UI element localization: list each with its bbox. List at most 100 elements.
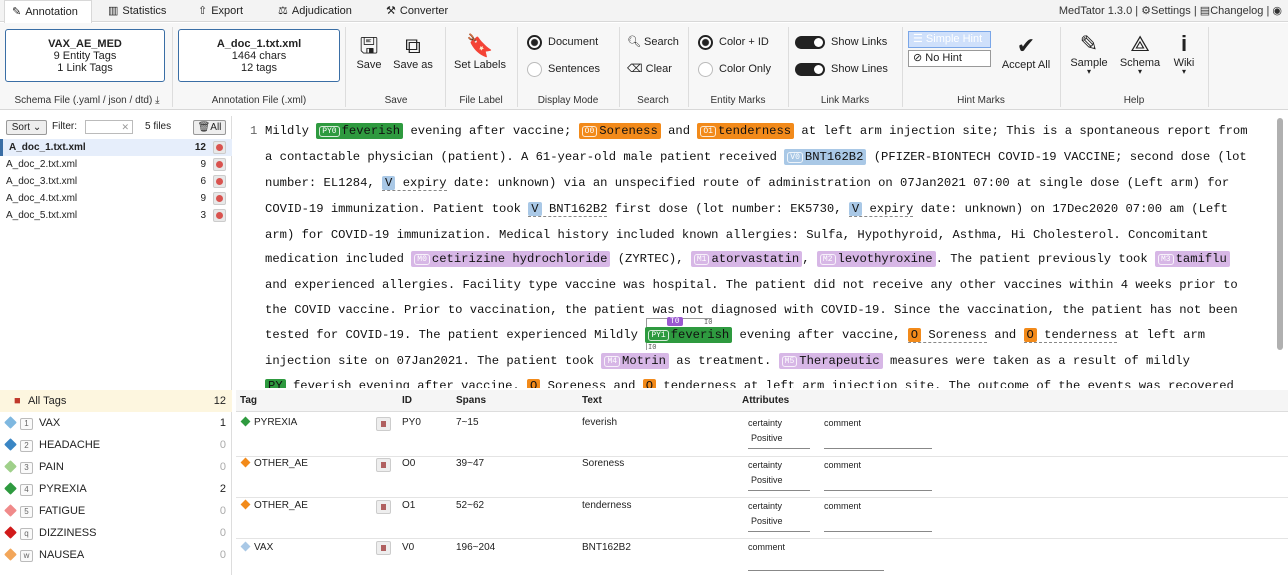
simple-hint-option[interactable]: ☰ Simple Hint bbox=[908, 31, 991, 48]
file-item[interactable]: A_doc_2.txt.xml 9 bbox=[0, 156, 232, 173]
tag-item[interactable]: 4 PYREXIA 2 bbox=[0, 478, 232, 500]
attr-comment-label: comment bbox=[748, 542, 786, 552]
version-label: MedTator 1.3.0 bbox=[1058, 5, 1133, 17]
tag-mark[interactable]: PY1 feverish bbox=[645, 327, 733, 343]
document-editor[interactable]: 1 Mildly PY0 feverish evening after vacci… bbox=[236, 116, 1288, 388]
tag-mark[interactable]: PY0 feverish bbox=[316, 123, 404, 139]
hint-mark[interactable]: V expiry bbox=[848, 202, 914, 217]
tag-icon bbox=[4, 548, 17, 561]
save-as-button[interactable]: ⧉ Save as bbox=[390, 33, 436, 71]
schema-file-box[interactable]: VAX_AE_MED 9 Entity Tags 1 Link Tags bbox=[5, 29, 165, 82]
filter-input[interactable]: ✕ bbox=[85, 120, 133, 134]
tab-adjudication[interactable]: ⚖ Adjudication bbox=[278, 0, 352, 22]
color-only-radio[interactable]: Color Only bbox=[698, 61, 771, 77]
table-row-0[interactable]: PYREXIA bbox=[240, 416, 297, 428]
tag-item[interactable]: w NAUSEA 0 bbox=[0, 544, 232, 566]
attr-comment-input[interactable] bbox=[824, 531, 932, 532]
tag-item[interactable]: 1 VAX 1 bbox=[0, 412, 232, 434]
annotation-file-box[interactable]: A_doc_1.txt.xml 1464 chars 12 tags bbox=[178, 29, 340, 82]
save-label: Save bbox=[356, 59, 382, 71]
all-tags-row[interactable]: ■ All Tags 12 bbox=[0, 390, 232, 412]
color-id-radio[interactable]: Color + ID bbox=[698, 34, 769, 50]
search-button[interactable]: 🔍︎ Search bbox=[627, 34, 679, 50]
show-links-label: Show Links bbox=[831, 36, 888, 48]
accept-all-button[interactable]: ✔ Accept All bbox=[998, 33, 1054, 71]
clear-x-icon[interactable]: ✕ bbox=[121, 122, 129, 132]
tag-count: 0 bbox=[219, 527, 226, 539]
github-icon[interactable]: ◉ bbox=[1272, 5, 1282, 17]
remove-file-icon[interactable] bbox=[213, 175, 226, 188]
help-group-label: Help bbox=[1123, 95, 1145, 106]
attr-certainty-select[interactable]: Positive bbox=[751, 516, 783, 526]
sample-button[interactable]: ✎ Sample ▾ bbox=[1067, 31, 1111, 76]
attr-comment-input[interactable] bbox=[824, 490, 932, 491]
row-tag: VAX bbox=[254, 542, 274, 553]
hint-mark[interactable]: V BNT162B2 bbox=[528, 202, 608, 217]
attr-comment-input[interactable] bbox=[824, 448, 932, 449]
file-item[interactable]: A_doc_5.txt.xml 3 bbox=[0, 207, 232, 224]
tag-id: PY0 bbox=[319, 126, 340, 137]
tag-mark[interactable]: M4 Motrin bbox=[601, 353, 669, 369]
hint-mark[interactable]: O tenderness bbox=[1023, 328, 1118, 343]
show-links-toggle[interactable]: Show Links bbox=[795, 34, 887, 50]
tag-count: 0 bbox=[219, 505, 226, 517]
table-row-1[interactable]: OTHER_AE bbox=[240, 457, 308, 469]
document-mode-radio[interactable]: Document bbox=[527, 34, 598, 50]
tag-item[interactable]: 3 PAIN 0 bbox=[0, 456, 232, 478]
trash-icon: 🗑 bbox=[197, 122, 211, 133]
hint-mark[interactable]: V expiry bbox=[382, 176, 447, 191]
table-row-3[interactable]: VAX bbox=[240, 541, 274, 553]
tag-item[interactable]: q DIZZINESS 0 bbox=[0, 522, 232, 544]
remove-file-icon[interactable] bbox=[213, 141, 226, 154]
remove-file-icon[interactable] bbox=[213, 192, 226, 205]
sentences-mode-radio[interactable]: Sentences bbox=[527, 61, 600, 77]
file-item[interactable]: A_doc_1.txt.xml 12 bbox=[0, 139, 232, 156]
remove-file-icon[interactable] bbox=[213, 209, 226, 222]
tag-item[interactable]: 2 HEADACHE 0 bbox=[0, 434, 232, 456]
remove-file-icon[interactable] bbox=[213, 158, 226, 171]
tag-mark[interactable]: O0 Soreness bbox=[578, 123, 661, 139]
clear-button[interactable]: ⌫ Clear bbox=[627, 61, 672, 77]
set-labels-button[interactable]: 🔖 Set Labels bbox=[450, 33, 510, 71]
table-row-2[interactable]: OTHER_AE bbox=[240, 499, 308, 511]
attr-certainty-select[interactable]: Positive bbox=[751, 433, 783, 443]
link-id-badge[interactable]: T0 bbox=[667, 317, 683, 326]
attr-comment-input[interactable] bbox=[748, 570, 884, 571]
tag-mark[interactable]: M0 cetirizine hydrochloride bbox=[411, 251, 611, 267]
tag-item[interactable]: 5 FATIGUE 0 bbox=[0, 500, 232, 522]
delete-tag-button[interactable] bbox=[376, 500, 391, 514]
show-lines-toggle[interactable]: Show Lines bbox=[795, 61, 888, 77]
changelog-link[interactable]: Changelog bbox=[1210, 5, 1263, 17]
file-item[interactable]: A_doc_3.txt.xml 6 bbox=[0, 173, 232, 190]
all-tags-label: All Tags bbox=[28, 395, 67, 407]
no-hint-option[interactable]: ⊘ No Hint bbox=[908, 50, 991, 67]
tab-export[interactable]: ⇧ Export bbox=[198, 0, 243, 22]
tab-converter[interactable]: ⚒ Converter bbox=[386, 0, 448, 22]
tag-mark[interactable]: O1 tenderness bbox=[697, 123, 795, 139]
hint-id: O bbox=[530, 379, 538, 388]
tag-mark[interactable]: M1 atorvastatin bbox=[690, 251, 803, 267]
sort-button[interactable]: Sort ⌄ bbox=[6, 120, 47, 135]
schema-button[interactable]: ⟁ Schema ▾ bbox=[1118, 31, 1162, 76]
attr-certainty-select[interactable]: Positive bbox=[751, 475, 783, 485]
tag-mark[interactable]: M3 tamiflu bbox=[1155, 251, 1230, 267]
download-icon[interactable]: ⤓ bbox=[155, 95, 159, 106]
text-line: tested for COVID-19. The patient experie… bbox=[265, 327, 1206, 343]
delete-tag-button[interactable] bbox=[376, 458, 391, 472]
settings-link[interactable]: Settings bbox=[1151, 5, 1191, 17]
editor-scrollbar[interactable] bbox=[1277, 118, 1283, 350]
hint-mark[interactable]: O Soreness bbox=[907, 328, 987, 343]
tab-statistics[interactable]: ▥ Statistics bbox=[108, 0, 166, 22]
file-label-group-label: File Label bbox=[459, 95, 503, 106]
save-button[interactable]: 🖫 Save bbox=[352, 33, 386, 71]
file-item[interactable]: A_doc_4.txt.xml 9 bbox=[0, 190, 232, 207]
tag-mark[interactable]: M5 Therapeutic bbox=[778, 353, 883, 369]
tag-mark[interactable]: M2 levothyroxine bbox=[816, 251, 936, 267]
wiki-button[interactable]: i Wiki ▾ bbox=[1168, 31, 1200, 76]
delete-tag-button[interactable] bbox=[376, 541, 391, 555]
delete-tag-button[interactable] bbox=[376, 417, 391, 431]
tab-annotation[interactable]: ✎ Annotation bbox=[4, 0, 92, 23]
no-hint-label: No Hint bbox=[925, 52, 962, 64]
tag-mark[interactable]: V0 BNT162B2 bbox=[784, 149, 867, 165]
delete-all-button[interactable]: 🗑All bbox=[193, 120, 226, 135]
